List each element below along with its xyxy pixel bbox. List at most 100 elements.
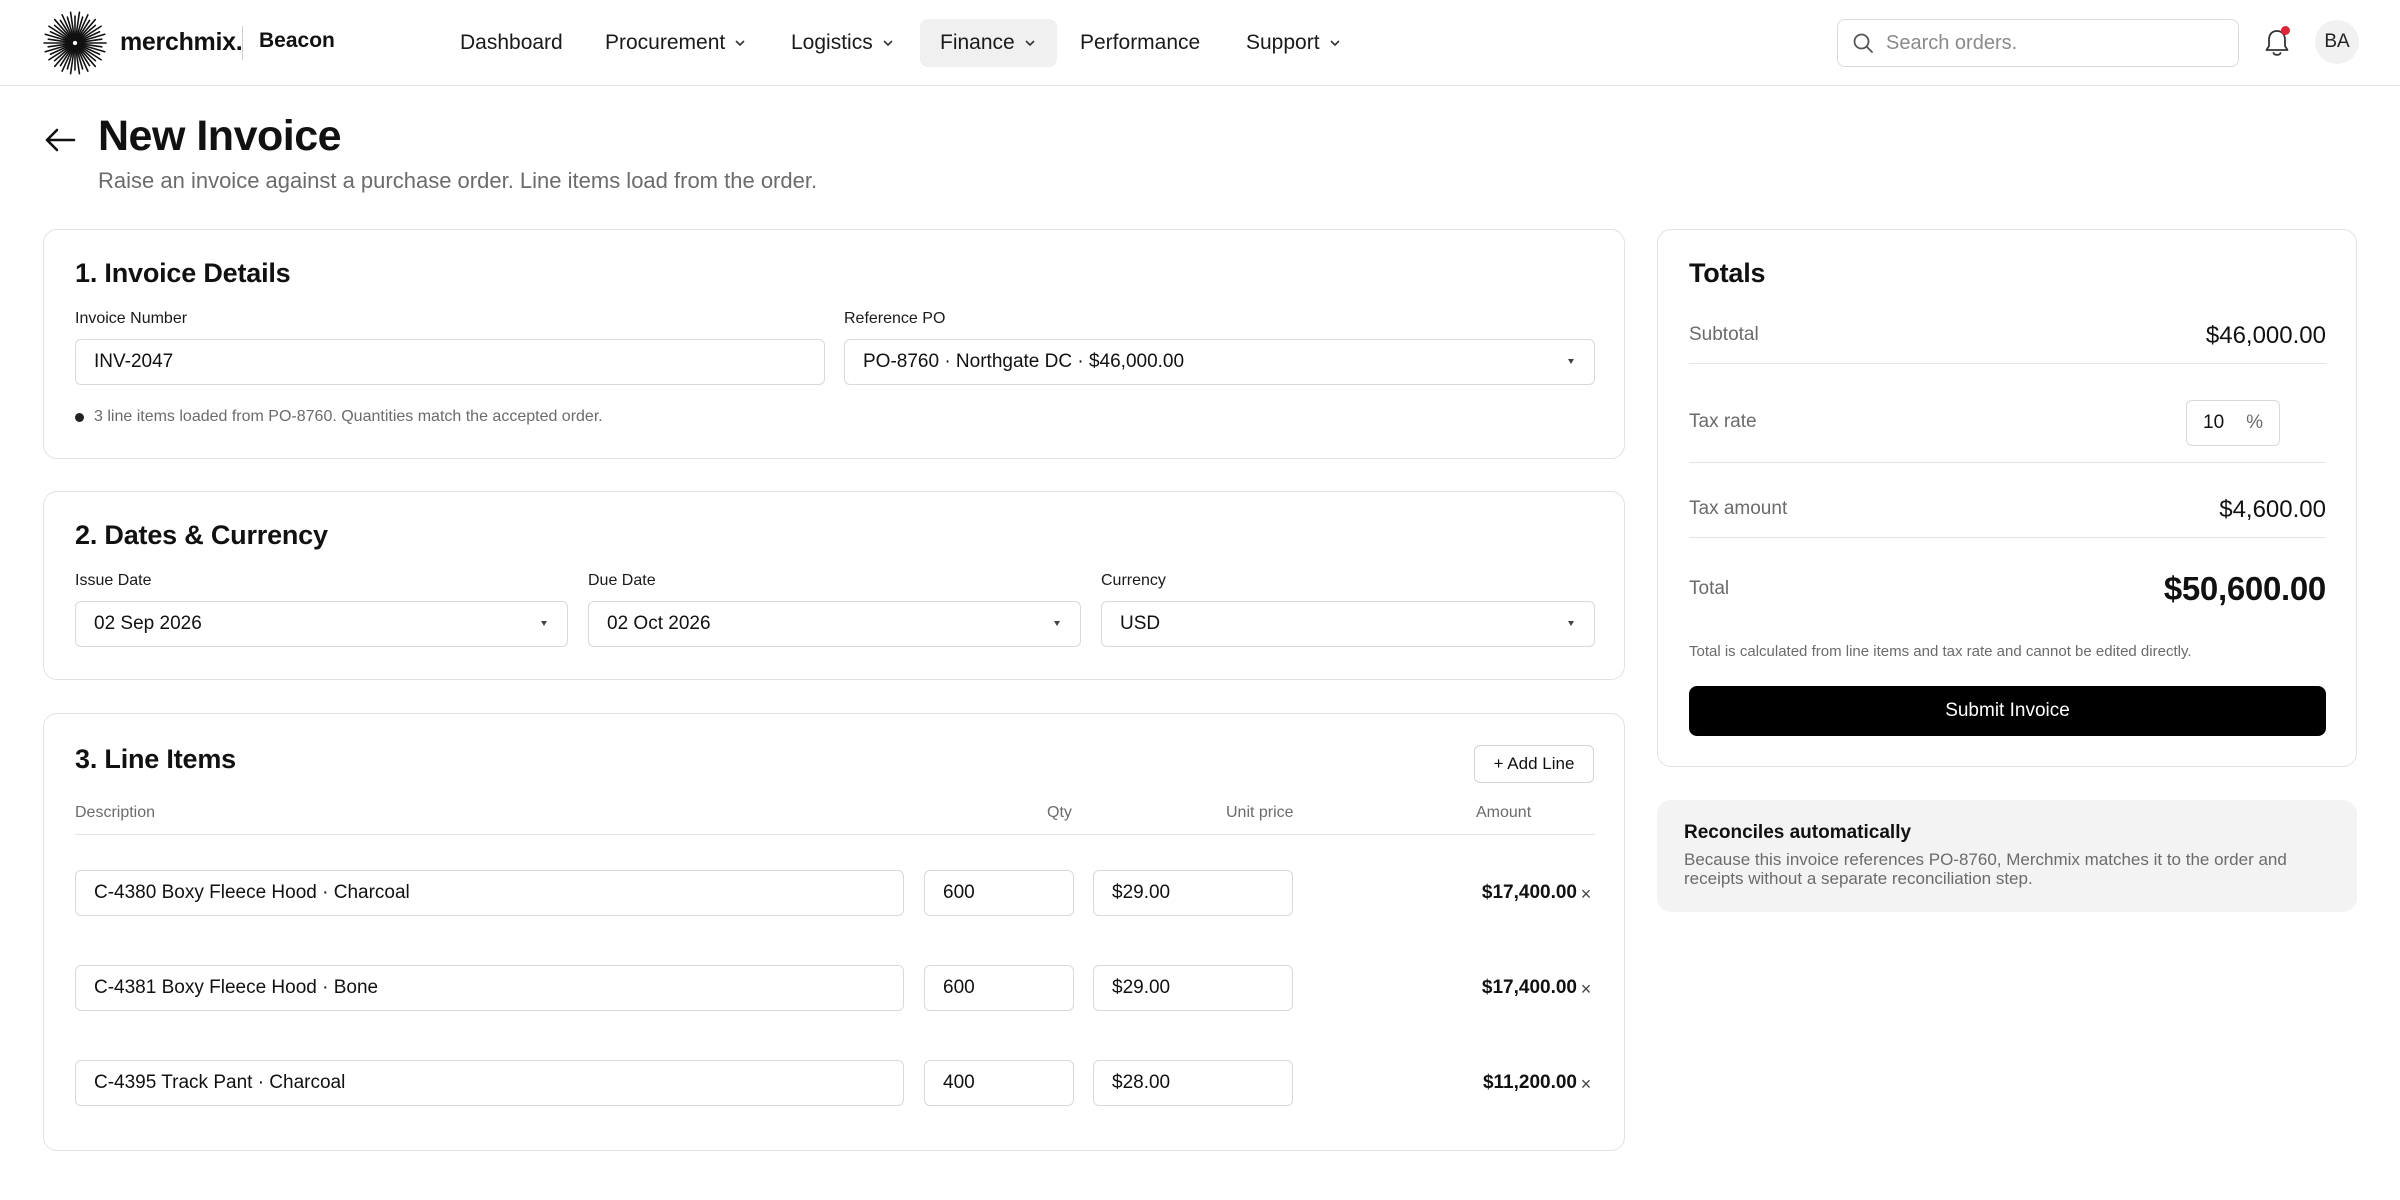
currency-select[interactable]: USD (1101, 601, 1595, 647)
line-qty-field[interactable]: 400 (924, 1060, 1074, 1106)
search-input[interactable] (1886, 31, 2216, 55)
reference-po-select[interactable]: PO-8760 · Northgate DC · $46,000.00 (844, 339, 1595, 385)
nav-label: Dashboard (460, 31, 563, 54)
nav-support[interactable]: Support (1226, 19, 1362, 67)
nav-logistics[interactable]: Logistics (771, 19, 915, 67)
submit-invoice-button[interactable]: Submit Invoice (1689, 686, 2326, 736)
nav-label: Finance (940, 31, 1015, 54)
table-header-divider (75, 834, 1595, 835)
caret-down-icon (1568, 621, 1574, 626)
notifications-button[interactable] (2262, 26, 2292, 60)
search-box[interactable] (1837, 19, 2239, 67)
line-description-field[interactable]: C-4380 Boxy Fleece Hood · Charcoal (75, 870, 904, 916)
nav-finance[interactable]: Finance (920, 19, 1057, 67)
line-unit-price-field[interactable]: $29.00 (1093, 965, 1293, 1011)
nav-procurement[interactable]: Procurement (585, 19, 767, 67)
line-unit-price-field[interactable]: $28.00 (1093, 1060, 1293, 1106)
due-date-label: Due Date (588, 572, 656, 589)
subtotal-label: Subtotal (1689, 324, 1759, 345)
line-items-loaded-note: 3 line items loaded from PO-8760. Quanti… (75, 408, 603, 426)
line-amount: $17,400.00 (1481, 882, 1577, 903)
remove-line-button[interactable]: × (1575, 978, 1597, 1000)
line-description: C-4380 Boxy Fleece Hood · Charcoal (94, 882, 410, 903)
reconcile-body: Because this invoice references PO-8760,… (1684, 850, 2287, 888)
line-amount: $17,400.00 (1481, 977, 1577, 998)
percent-unit: % (2246, 412, 2263, 433)
bullet-dot (75, 412, 84, 422)
card-title: 3. Line Items (75, 744, 236, 774)
invoice-number-value: INV-2047 (94, 351, 174, 372)
totals-card: Totals Subtotal $46,000.00 Tax rate 10 %… (1657, 229, 2357, 767)
reconcile-info-card: Reconciles automatically Because this in… (1657, 800, 2357, 912)
remove-line-button[interactable]: × (1575, 1073, 1597, 1095)
reference-po-label: Reference PO (844, 310, 946, 327)
divider (1689, 462, 2326, 463)
brand-name[interactable]: merchmix. (120, 28, 243, 57)
line-qty-field[interactable]: 600 (924, 965, 1074, 1011)
chevron-down-icon (883, 40, 893, 47)
total-label: Total (1689, 578, 1730, 599)
tax-amount-value: $4,600.00 (2219, 496, 2326, 523)
divider (1689, 363, 2326, 364)
back-arrow-icon[interactable] (42, 122, 78, 158)
line-unit-price-field[interactable]: $29.00 (1093, 870, 1293, 916)
issue-date-value: 02 Sep 2026 (94, 613, 202, 634)
nav-label: Logistics (791, 31, 873, 54)
search-icon (1853, 33, 1873, 53)
reconcile-title: Reconciles automatically (1684, 822, 1912, 843)
nav-performance[interactable]: Performance (1060, 19, 1220, 67)
tax-rate-value: 10 (2203, 412, 2225, 433)
invoice-number-label: Invoice Number (75, 310, 188, 327)
line-items-card: 3. Line Items + Add Line Description Qty… (43, 713, 1625, 1151)
reference-po-value: PO-8760 · Northgate DC · $46,000.00 (863, 351, 1185, 372)
nav-dashboard[interactable]: Dashboard (440, 19, 583, 67)
invoice-details-card: 1. Invoice Details Invoice Number INV-20… (43, 229, 1625, 459)
top-navigation-bar: merchmix. Beacon Dashboard Procurement L… (0, 0, 2400, 86)
line-qty-field[interactable]: 600 (924, 870, 1074, 916)
line-description-field[interactable]: C-4395 Track Pant · Charcoal (75, 1060, 904, 1106)
line-description: C-4381 Boxy Fleece Hood · Bone (94, 977, 379, 998)
line-description: C-4395 Track Pant · Charcoal (94, 1072, 346, 1093)
chevron-down-icon (1329, 40, 1340, 47)
nav-label: Procurement (605, 31, 726, 54)
line-amount: $11,200.00 (1482, 1072, 1577, 1093)
chevron-down-icon (1025, 40, 1035, 47)
card-title: 2. Dates & Currency (75, 520, 328, 550)
line-unit-price: $28.00 (1112, 1072, 1171, 1093)
column-header-description: Description (75, 804, 156, 821)
currency-value: USD (1120, 613, 1161, 634)
page-subtitle: Raise an invoice against a purchase orde… (98, 168, 818, 193)
card-title: Totals (1689, 258, 1766, 288)
invoice-number-field[interactable]: INV-2047 (75, 339, 825, 385)
total-note: Total is calculated from line items and … (1689, 643, 2192, 660)
chevron-down-icon (735, 40, 745, 47)
nav-label: Support (1246, 31, 1320, 54)
caret-down-icon (1568, 359, 1574, 364)
subtotal-value: $46,000.00 (2205, 322, 2326, 349)
line-qty: 600 (943, 882, 975, 903)
due-date-select[interactable]: 02 Oct 2026 (588, 601, 1081, 647)
tax-rate-input[interactable]: 10 % (2186, 400, 2280, 446)
column-header-amount: Amount (1476, 804, 1532, 821)
notification-dot (2281, 26, 2290, 35)
remove-line-button[interactable]: × (1575, 883, 1597, 905)
due-date-value: 02 Oct 2026 (607, 613, 711, 634)
add-line-button[interactable]: + Add Line (1474, 745, 1594, 783)
line-qty: 400 (943, 1072, 975, 1093)
caret-down-icon (1054, 621, 1060, 626)
dates-currency-card: 2. Dates & Currency Issue Date 02 Sep 20… (43, 491, 1625, 680)
caret-down-icon (541, 621, 547, 626)
workspace-name[interactable]: Beacon (259, 29, 335, 53)
line-description-field[interactable]: C-4381 Boxy Fleece Hood · Bone (75, 965, 904, 1011)
line-unit-price: $29.00 (1112, 882, 1171, 903)
card-title: 1. Invoice Details (75, 258, 291, 288)
line-unit-price: $29.00 (1112, 977, 1171, 998)
page-title: New Invoice (98, 112, 342, 160)
merchmix-logo-icon[interactable] (42, 10, 108, 76)
brand-divider (242, 26, 243, 60)
tax-amount-label: Tax amount (1689, 498, 1788, 519)
avatar[interactable]: BA (2315, 20, 2359, 64)
issue-date-select[interactable]: 02 Sep 2026 (75, 601, 568, 647)
total-value: $50,600.00 (2163, 570, 2326, 607)
tax-rate-label: Tax rate (1689, 411, 1757, 432)
